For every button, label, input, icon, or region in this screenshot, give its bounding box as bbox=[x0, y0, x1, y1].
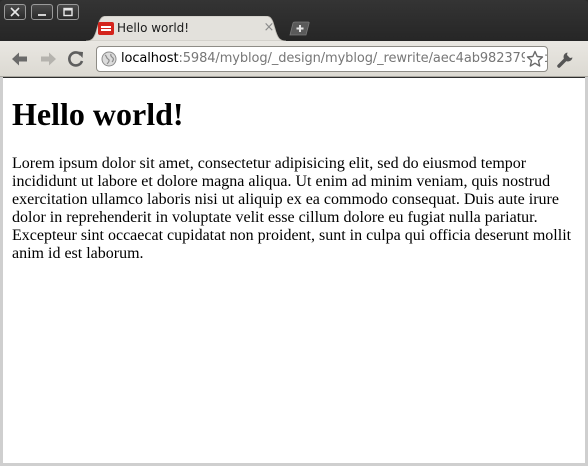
bookmark-star-button[interactable] bbox=[525, 49, 545, 69]
toolbar: localhost:5984/myblog/_design/myblog/_re… bbox=[0, 41, 588, 77]
window-close-button[interactable] bbox=[4, 4, 26, 20]
reload-icon bbox=[68, 51, 84, 67]
close-icon bbox=[10, 7, 20, 17]
maximize-icon bbox=[63, 7, 73, 17]
address-bar[interactable]: localhost:5984/myblog/_design/myblog/_re… bbox=[96, 46, 548, 72]
reload-button[interactable] bbox=[66, 49, 86, 69]
forward-button[interactable] bbox=[38, 49, 58, 69]
star-icon bbox=[526, 50, 544, 67]
page-heading: Hello world! bbox=[12, 96, 184, 132]
page-content: Hello world! Lorem ipsum dolor sit amet,… bbox=[3, 78, 585, 463]
minimize-icon bbox=[38, 14, 46, 16]
forward-arrow-icon bbox=[41, 52, 56, 66]
back-arrow-icon bbox=[12, 52, 27, 66]
window-maximize-button[interactable] bbox=[57, 4, 79, 20]
couchdb-favicon-icon bbox=[98, 22, 114, 35]
tab-close-icon[interactable]: × bbox=[263, 21, 275, 35]
tab-title: Hello world! bbox=[117, 21, 190, 35]
browser-window: Hello world! × localhost:5984/myblog/_de… bbox=[0, 0, 588, 466]
page-paragraph: Lorem ipsum dolor sit amet, consectetur … bbox=[12, 155, 572, 262]
back-button[interactable] bbox=[10, 49, 30, 69]
tab-active[interactable]: Hello world! × bbox=[86, 16, 286, 41]
new-tab-button[interactable] bbox=[287, 21, 311, 36]
wrench-icon[interactable] bbox=[556, 49, 576, 69]
page-globe-icon bbox=[101, 51, 117, 67]
address-url: localhost:5984/myblog/_design/myblog/_re… bbox=[121, 51, 548, 66]
window-minimize-button[interactable] bbox=[31, 4, 53, 20]
url-path: :5984/myblog/_design/myblog/_rewrite/aec… bbox=[178, 51, 548, 66]
url-host: localhost bbox=[121, 51, 179, 66]
tab-strip: Hello world! × bbox=[0, 0, 588, 41]
